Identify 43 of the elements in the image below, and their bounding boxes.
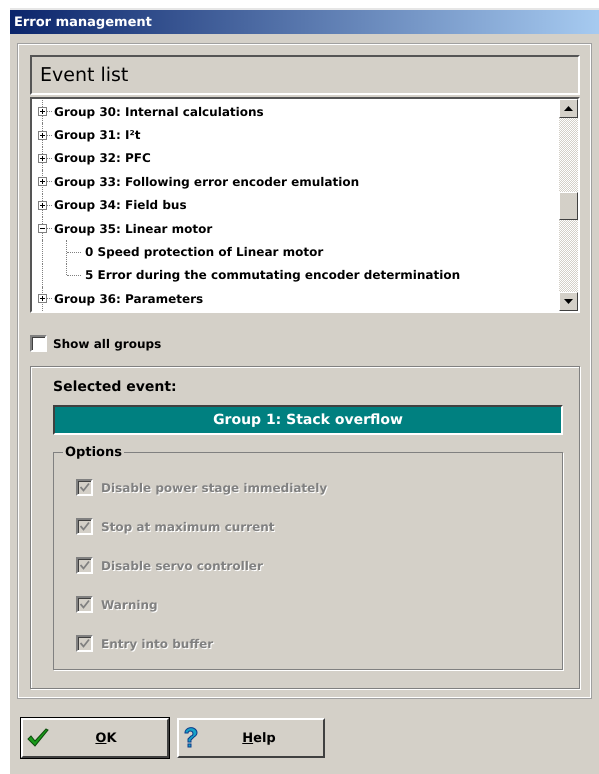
expand-toggle[interactable] [38,107,47,116]
ok-button[interactable]: OK [21,718,169,758]
scroll-up-button[interactable] [559,99,578,118]
selected-event-field: Group 1: Stack overflow [53,405,563,435]
tree-item[interactable]: Group 36: Parameters [54,292,204,306]
tree-item[interactable]: Group 31: I²t [54,128,140,142]
expand-toggle[interactable] [38,224,47,234]
checkbox[interactable] [30,335,47,352]
tree-item[interactable]: Group 30: Internal calculations [54,104,264,119]
window-title: Error management [14,14,152,30]
checkmark-icon [79,482,90,493]
checkmark-icon [79,560,90,571]
checkbox-label: Show all groups [53,336,162,350]
expand-toggle[interactable] [38,294,47,304]
checkmark-icon [79,521,90,532]
tree-item[interactable]: Group 34: Field bus [54,198,187,212]
list-title: Event list [40,64,128,86]
expand-toggle[interactable] [38,130,47,140]
option-label: Warning [101,598,158,612]
tree-item[interactable]: Group 32: PFC [54,151,151,166]
option-label: Disable servo controller [101,558,263,572]
option-label: Disable power stage immediately [101,480,328,494]
tree-item[interactable]: 0 Speed protection of Linear motor [85,245,324,260]
scrollbar[interactable] [559,99,578,311]
checkmark-icon [79,599,90,610]
option-label: Entry into buffer [101,636,214,650]
scroll-down-button[interactable] [559,292,578,311]
help-button[interactable]: Help [177,718,325,758]
tree-item[interactable]: Group 33: Following error encoder emulation [54,174,360,189]
options-title: Options [64,445,123,460]
question-mark-icon [183,727,199,749]
tree-item[interactable]: 5 Error during the commutating encoder determination [85,268,460,282]
expand-toggle[interactable] [38,200,47,210]
tree-item[interactable]: Group 35: Linear motor [54,222,212,236]
selected-event-label: Selected event: [53,379,178,395]
expand-toggle[interactable] [38,154,47,163]
expand-toggle[interactable] [38,177,47,186]
scroll-thumb[interactable] [559,192,578,220]
down-arrow-icon [564,299,573,304]
checkmark-icon [79,638,90,649]
up-arrow-icon [564,106,573,111]
option-label: Stop at maximum current [101,520,274,534]
checkmark-icon [27,728,49,748]
